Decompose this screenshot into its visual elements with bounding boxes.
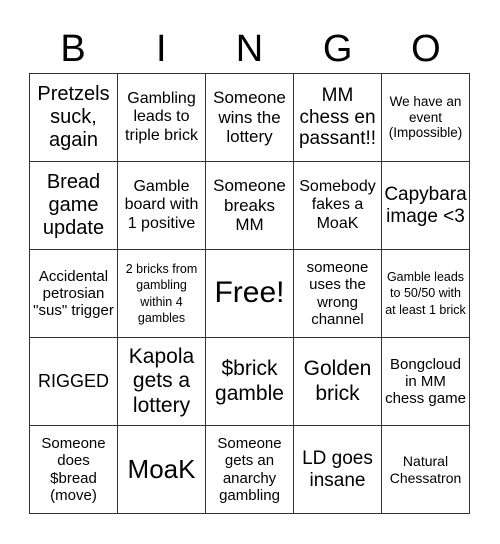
bingo-cell-r2c5[interactable]: Capybara image <3	[382, 162, 470, 250]
cell-text: Somebody fakes a MoaK	[299, 177, 376, 232]
cell-text: someone uses the wrong channel	[306, 259, 369, 328]
bingo-cell-r4c2[interactable]: Kapola gets a lottery	[118, 338, 206, 426]
cell-text: Free!	[214, 276, 285, 310]
bingo-cell-free[interactable]: Free!	[206, 250, 294, 338]
bingo-cell-r4c5[interactable]: Bongcloud in MM chess game	[382, 338, 470, 426]
cell-text: Someone breaks MM	[213, 176, 286, 235]
bingo-cell-r2c3[interactable]: Someone breaks MM	[206, 162, 294, 250]
cell-text: Gamble leads to 50/50 with at least 1 br…	[385, 270, 466, 317]
bingo-cell-r5c4[interactable]: LD goes insane	[294, 426, 382, 514]
bingo-header: B I N G O	[29, 26, 470, 72]
cell-text: We have an event (Impossible)	[388, 94, 463, 141]
cell-text: Bongcloud in MM chess game	[385, 355, 466, 408]
cell-text: $brick gamble	[215, 357, 284, 405]
bingo-cell-r4c4[interactable]: Golden brick	[294, 338, 382, 426]
cell-text: Pretzels suck, again	[37, 83, 110, 151]
bingo-cell-r4c1[interactable]: RIGGED	[30, 338, 118, 426]
cell-text: Kapola gets a lottery	[128, 345, 195, 417]
bingo-cell-r1c3[interactable]: Someone wins the lottery	[206, 74, 294, 162]
cell-text: Natural Chessatron	[389, 453, 462, 486]
header-letter-b: B	[60, 28, 86, 70]
bingo-cell-r5c1[interactable]: Someone does $bread (move)	[30, 426, 118, 514]
bingo-cell-r2c4[interactable]: Somebody fakes a MoaK	[294, 162, 382, 250]
bingo-grid: Pretzels suck, again Gambling leads to t…	[29, 73, 470, 514]
cell-text: Accidental petrosian "sus" trigger	[33, 267, 114, 320]
bingo-cell-r3c5[interactable]: Gamble leads to 50/50 with at least 1 br…	[382, 250, 470, 338]
bingo-cell-r5c3[interactable]: Someone gets an anarchy gambling	[206, 426, 294, 514]
cell-text: Someone wins the lottery	[213, 88, 286, 147]
header-letter-i: I	[156, 28, 167, 70]
header-letter-n: N	[235, 28, 264, 70]
header-letter-g: G	[322, 28, 353, 70]
bingo-cell-r1c5[interactable]: We have an event (Impossible)	[382, 74, 470, 162]
cell-text: Gambling leads to triple brick	[125, 89, 198, 144]
bingo-cell-r3c2[interactable]: 2 bricks from gambling within 4 gambles	[118, 250, 206, 338]
bingo-cell-r3c4[interactable]: someone uses the wrong channel	[294, 250, 382, 338]
cell-text: LD goes insane	[302, 447, 373, 491]
cell-text: 2 bricks from gambling within 4 gambles	[125, 262, 198, 325]
cell-text: Capybara image <3	[384, 183, 467, 227]
cell-text: Someone does $bread (move)	[41, 435, 106, 504]
bingo-cell-r1c1[interactable]: Pretzels suck, again	[30, 74, 118, 162]
bingo-cell-r2c2[interactable]: Gamble board with 1 positive	[118, 162, 206, 250]
cell-text: Someone gets an anarchy gambling	[217, 435, 282, 504]
bingo-cell-r5c2[interactable]: MoaK	[118, 426, 206, 514]
bingo-cell-r3c1[interactable]: Accidental petrosian "sus" trigger	[30, 250, 118, 338]
bingo-cell-r2c1[interactable]: Bread game update	[30, 162, 118, 250]
cell-text: RIGGED	[37, 371, 109, 392]
bingo-cell-r1c4[interactable]: MM chess en passant!!	[294, 74, 382, 162]
bingo-cell-r5c5[interactable]: Natural Chessatron	[382, 426, 470, 514]
bingo-cell-r1c2[interactable]: Gambling leads to triple brick	[118, 74, 206, 162]
cell-text: Bread game update	[42, 171, 105, 239]
bingo-cell-r4c3[interactable]: $brick gamble	[206, 338, 294, 426]
cell-text: Gamble board with 1 positive	[124, 177, 199, 232]
cell-text: MoaK	[127, 453, 196, 484]
cell-text: Golden brick	[303, 357, 372, 405]
header-letter-o: O	[411, 28, 441, 70]
cell-text: MM chess en passant!!	[298, 84, 377, 150]
